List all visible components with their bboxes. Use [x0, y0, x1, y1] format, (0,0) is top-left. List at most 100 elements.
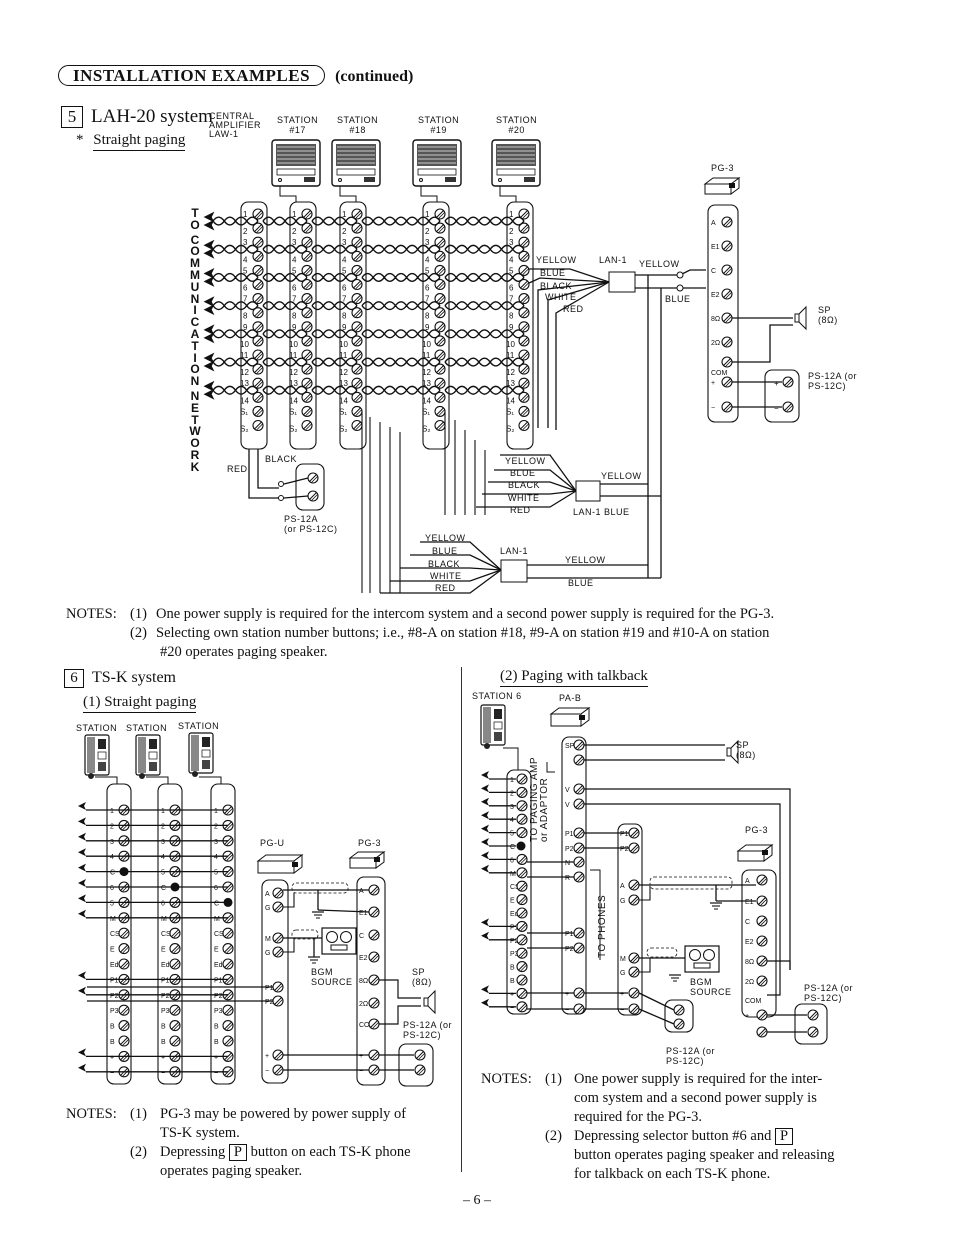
pgu-terminal-label: + [620, 991, 624, 998]
screw-terminal-icon [516, 920, 528, 932]
screw-terminal-icon [368, 951, 380, 963]
pg3-device-icon [736, 844, 774, 862]
screw-terminal-icon [516, 827, 528, 839]
arrow-left-icon [78, 863, 86, 872]
screw-terminal-icon [272, 1049, 284, 1061]
terminal-label: 6 [110, 885, 114, 892]
screw-terminal-icon [516, 934, 528, 946]
to-phones-label: TO PHONES [597, 894, 608, 958]
arrow-left-icon [78, 879, 86, 887]
terminal-label: − [161, 1070, 165, 1077]
p-button-glyph: P [228, 1144, 247, 1161]
arrow-left-icon [481, 811, 489, 820]
screw-terminal-icon [516, 974, 528, 986]
screw-terminal-icon [118, 1004, 130, 1016]
pg3-terminal-label: 2Ω [359, 1001, 368, 1008]
wire [146, 776, 169, 784]
part2-notes: NOTES: (1) One power supply is required … [481, 1071, 835, 1182]
terminal-label: C [110, 870, 115, 877]
screw-terminal-icon [573, 927, 585, 939]
ground-icon [312, 911, 324, 919]
terminal-label: E [214, 947, 219, 954]
pg3-terminal-label: + [359, 1053, 363, 1060]
terminal-label: M [510, 871, 516, 878]
straight-paging-diagram: 1234C65MCSEEdP1P2P3BB+−12345C6MCSEEdP1P2… [78, 732, 436, 1087]
terminal-label: P1 [214, 977, 223, 984]
pgu-terminal-label: + [265, 1053, 269, 1060]
pab-terminal-label: P2 [565, 946, 574, 953]
wire [503, 747, 519, 770]
tsk-phone-icon [84, 734, 110, 779]
ground-icon [308, 956, 320, 964]
terminal-label: 5 [161, 870, 165, 877]
screw-terminal-icon [368, 884, 380, 896]
screw-terminal-icon [516, 853, 528, 865]
ps-label-part2-right: PS-12A (or PS-12C) [804, 983, 854, 1003]
terminal-label: 5 [110, 900, 114, 907]
terminal-label: B [510, 978, 515, 985]
screw-terminal-icon [573, 754, 585, 766]
tsk-phone-icon [188, 732, 214, 777]
arrow-left-icon [78, 817, 86, 826]
wire [767, 960, 791, 970]
screw-terminal-icon [169, 943, 181, 955]
arrow-left-icon [481, 931, 489, 940]
screw-terminal-icon [272, 932, 284, 944]
terminal-label: 6 [510, 857, 514, 864]
pgu-terminal-label: − [265, 1068, 269, 1075]
terminal-label: 3 [510, 804, 514, 811]
station-6-label: STATION 6 [472, 691, 522, 701]
screw-terminal-icon [516, 947, 528, 959]
screw-terminal-icon [272, 887, 284, 899]
screw-terminal-icon [628, 827, 640, 839]
terminal-label: 3 [161, 839, 165, 846]
ps-label-part2-bottom: PS-12A (or PS-12C) [666, 1046, 716, 1066]
pgu-terminal-label: M [620, 956, 626, 963]
arrow-left-icon [78, 802, 86, 810]
screw-terminal-icon [118, 1035, 130, 1047]
screw-terminal-icon [756, 1009, 768, 1021]
pgu-terminal-label: P2 [265, 999, 274, 1006]
terminal-label: − [214, 1070, 218, 1077]
pab-terminal-label: P1 [565, 931, 574, 938]
pg3-terminal-label: E2 [745, 939, 754, 946]
pg3-terminal-label: 8Ω [745, 959, 754, 966]
pg3-terminal-label: C [745, 919, 750, 926]
terminal-label: B [161, 1039, 166, 1046]
arrow-left-icon [78, 832, 86, 841]
screw-terminal-icon [516, 867, 528, 879]
screw-terminal-icon [368, 1049, 380, 1061]
terminal-label: E [510, 898, 515, 905]
screw-terminal-icon [573, 783, 585, 795]
terminal-label: E [110, 947, 115, 954]
terminal-label: 3 [214, 839, 218, 846]
screw-terminal-icon [169, 1020, 181, 1032]
terminal-label: 1 [161, 808, 165, 815]
terminal-label: 2 [510, 790, 514, 797]
connected-terminal-dot [516, 841, 526, 851]
arrow-left-icon [78, 971, 86, 980]
screw-terminal-icon [169, 927, 181, 939]
screw-terminal-icon [414, 1049, 426, 1061]
screw-terminal-icon [272, 901, 284, 913]
terminal-label: B [214, 1039, 219, 1046]
arrow-left-icon [481, 824, 489, 833]
terminal-label: 1 [110, 808, 114, 815]
terminal-label: 6 [161, 900, 165, 907]
screw-terminal-icon [272, 981, 284, 993]
speaker-label-part2: SP (8Ω) [736, 740, 756, 760]
screw-terminal-icon [756, 955, 768, 967]
terminal-label: 5 [214, 870, 218, 877]
screw-terminal-icon [368, 1018, 380, 1030]
screw-terminal-icon [573, 739, 585, 751]
screw-terminal-icon [222, 1020, 234, 1032]
screw-terminal-icon [368, 906, 380, 918]
pab-terminal-label: P1 [565, 831, 574, 838]
shielded-cable [291, 882, 349, 894]
p-button-glyph: P [774, 1128, 794, 1145]
pgu-terminal-label: G [620, 970, 625, 977]
pab-terminal-label: N [565, 860, 570, 867]
pgu-terminal-label: P1 [620, 831, 629, 838]
ground-icon [669, 974, 681, 982]
arrow-left-icon [481, 985, 489, 994]
